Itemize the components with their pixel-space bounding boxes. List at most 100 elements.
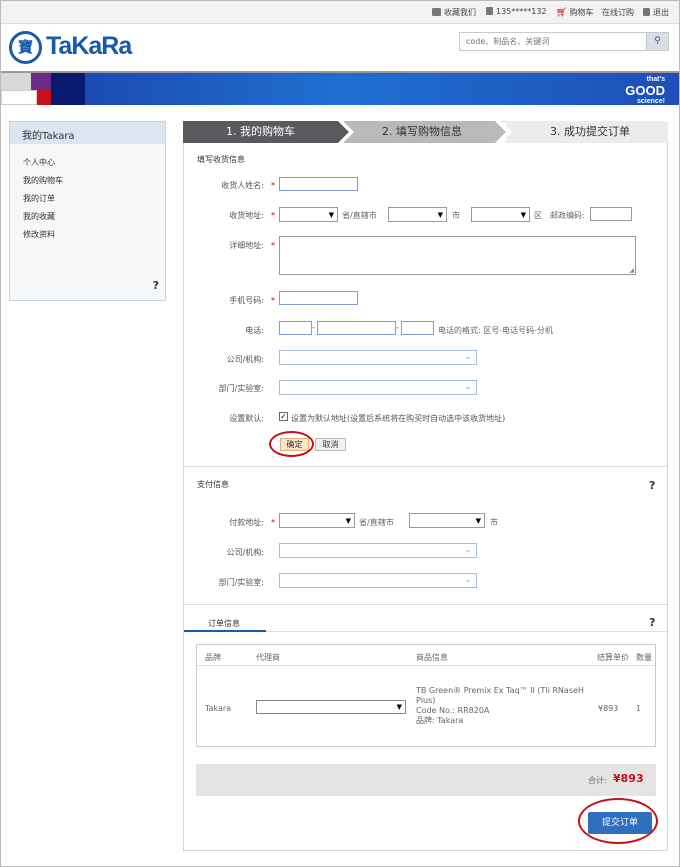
logo-brand: TaKaRa	[46, 32, 132, 60]
row-price: ¥893	[598, 704, 619, 713]
sidebar-item-my-orders[interactable]: 我的订单	[23, 193, 55, 204]
cancel-button[interactable]: 取消	[315, 438, 346, 451]
dropdown-arrow-icon: ▼	[396, 703, 402, 711]
dropdown-arrow-icon: ▼	[475, 517, 481, 525]
dropdown-arrow-icon: ▼	[345, 517, 351, 525]
account-link[interactable]: 135*****132	[486, 7, 547, 16]
step-2: 2. 填写购物信息	[382, 125, 462, 138]
province-select[interactable]: ▼	[279, 207, 338, 222]
order-info-tab[interactable]: 订单信息	[208, 618, 240, 629]
agent-select[interactable]: ▼	[256, 700, 406, 714]
required-mark: *	[271, 211, 275, 220]
tab-underline	[184, 630, 266, 632]
required-mark: *	[271, 241, 275, 250]
phone-extension-input[interactable]	[401, 321, 434, 335]
banner-block	[1, 73, 31, 90]
phone-format-hint: 电话的格式: 区号-电话号码-分机	[438, 326, 554, 335]
logout-link[interactable]: 退出	[643, 7, 669, 18]
divider	[266, 631, 667, 632]
logout-icon	[643, 8, 650, 16]
thats-good-science-logo: that's GOOD science!	[625, 76, 665, 105]
banner-block	[37, 90, 51, 105]
banner: that's GOOD science!	[1, 71, 679, 105]
sidebar-item-personal-center[interactable]: 个人中心	[23, 157, 55, 168]
total-label: 合计:	[588, 776, 607, 785]
header-agent: 代理商	[256, 653, 280, 662]
header-price: 结算单价	[597, 653, 629, 662]
phone-label: 电话:	[245, 326, 264, 335]
payment-city-text: 市	[490, 518, 498, 527]
online-order-link[interactable]: 在线订购	[602, 7, 634, 18]
department-select[interactable]: ⌄	[279, 380, 477, 395]
phone-area-code-input[interactable]	[279, 321, 312, 335]
department-label: 部门/实验室:	[218, 384, 264, 393]
help-icon[interactable]: ?	[153, 279, 159, 292]
detail-address-label: 详细地址:	[229, 241, 264, 250]
logo-seal: 寶	[9, 31, 42, 64]
company-select[interactable]: ⌄	[279, 350, 477, 365]
table-header-row: 品牌 代理商 商品信息 结算单价 数量	[197, 645, 655, 666]
chevron-down-icon: ⌄	[464, 382, 472, 392]
phone-separator: -	[312, 323, 315, 332]
payment-company-select[interactable]: ⌄	[279, 543, 477, 558]
default-address-checkbox[interactable]: ✓	[279, 412, 288, 421]
highlight-ring	[578, 798, 658, 844]
chevron-down-icon: ⌄	[464, 545, 472, 555]
sidebar-item-my-favorites[interactable]: 我的收藏	[23, 211, 55, 222]
search-input[interactable]	[460, 33, 645, 50]
user-icon	[486, 7, 493, 15]
divider	[184, 604, 667, 605]
sidebar-item-edit-profile[interactable]: 修改资料	[23, 229, 55, 240]
required-mark: *	[271, 296, 275, 305]
payment-city-select[interactable]: ▼	[409, 513, 485, 528]
header-qty: 数量	[636, 653, 652, 662]
total-price: ¥893	[613, 772, 644, 785]
search-icon: ⚲	[654, 36, 661, 46]
mobile-input[interactable]	[279, 291, 358, 305]
help-icon[interactable]: ?	[649, 479, 655, 492]
sidebar-item-my-cart[interactable]: 我的购物车	[23, 175, 63, 186]
payment-department-label: 部门/实验室:	[218, 578, 264, 587]
chevron-down-icon: ⌄	[464, 575, 472, 585]
payment-province-select[interactable]: ▼	[279, 513, 355, 528]
province-text: 省/直辖市	[342, 211, 377, 220]
district-select[interactable]: ▼	[471, 207, 530, 222]
highlight-ring	[269, 431, 314, 457]
dropdown-arrow-icon: ▼	[328, 211, 334, 219]
name-input[interactable]	[279, 177, 358, 191]
search-box: ⚲	[459, 32, 669, 51]
phone-number-input[interactable]	[317, 321, 396, 335]
sidebar-title: 我的Takara	[10, 122, 165, 144]
default-address-text: 设置为默认地址(设置后系统将在购买时自动选中该收货地址)	[291, 414, 506, 423]
step-3: 3. 成功提交订单	[550, 125, 630, 138]
favorite-icon	[432, 8, 441, 16]
favorite-link[interactable]: 收藏我们	[432, 7, 476, 18]
help-icon[interactable]: ?	[649, 616, 655, 629]
sidebar: 我的Takara 个人中心 我的购物车 我的订单 我的收藏 修改资料 ?	[9, 121, 166, 301]
product-info: TB Green® Premix Ex Taq™ II (Tli RNaseH …	[416, 686, 584, 725]
city-select[interactable]: ▼	[388, 207, 447, 222]
required-mark: *	[271, 518, 275, 527]
chevron-down-icon: ⌄	[464, 352, 472, 362]
postcode-label: 邮政编码:	[550, 211, 585, 220]
top-bar: 收藏我们 135*****132 🛒︎ 购物车 在线订购 退出	[1, 1, 679, 24]
resize-handle-icon[interactable]: ◢	[629, 267, 634, 274]
detail-address-textarea[interactable]: ◢	[279, 236, 636, 275]
required-mark: *	[271, 181, 275, 190]
postcode-input[interactable]	[590, 207, 632, 221]
payment-department-select[interactable]: ⌄	[279, 573, 477, 588]
cart-link[interactable]: 🛒︎ 购物车	[556, 7, 593, 18]
divider	[184, 466, 667, 467]
district-text: 区	[534, 211, 542, 220]
dropdown-arrow-icon: ▼	[437, 211, 443, 219]
header-brand: 品牌	[205, 653, 221, 662]
default-label: 设置默认:	[229, 414, 264, 423]
search-button[interactable]: ⚲	[646, 33, 668, 50]
row-brand: Takara	[205, 704, 232, 713]
mobile-label: 手机号码:	[229, 296, 264, 305]
banner-block	[31, 73, 51, 90]
row-qty: 1	[636, 704, 642, 713]
address-label: 收货地址:	[229, 211, 264, 220]
payment-section-title: 支付信息	[197, 480, 229, 489]
banner-block	[1, 90, 37, 105]
